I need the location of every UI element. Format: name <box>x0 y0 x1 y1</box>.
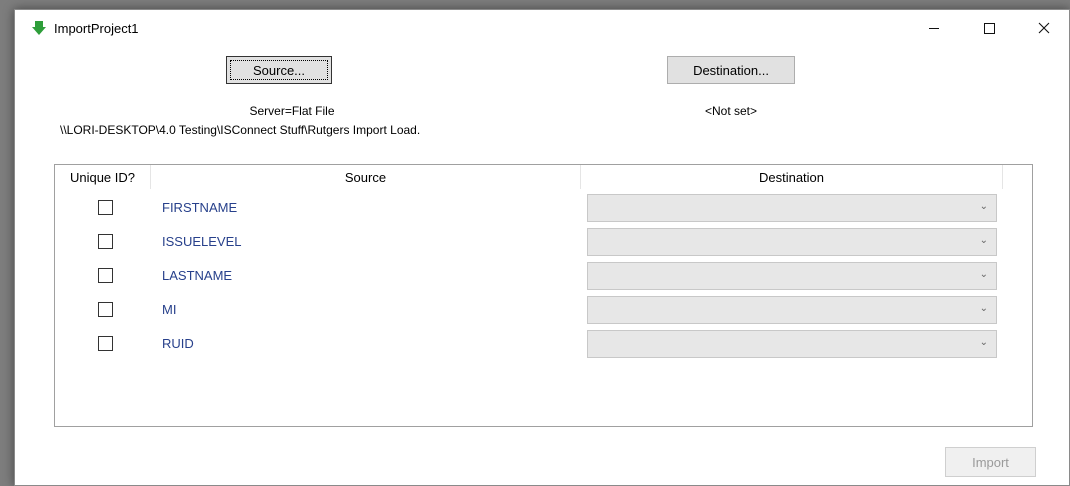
green-down-arrow-icon <box>32 21 46 35</box>
maximize-icon <box>983 22 995 34</box>
source-field-name: RUID <box>162 336 194 351</box>
unique-id-checkbox[interactable] <box>98 336 113 351</box>
destination-select[interactable]: ⌄ <box>587 262 997 290</box>
import-project-window: ImportProject1 Source... Destination... … <box>14 9 1070 486</box>
focus-rectangle <box>230 60 328 80</box>
source-field-name: LASTNAME <box>162 268 233 283</box>
unique-id-checkbox[interactable] <box>98 200 113 215</box>
column-header-filler <box>1003 165 1033 189</box>
mapping-grid: Unique ID? Source Destination FIRSTNAME … <box>54 164 1033 427</box>
table-row: FIRSTNAME ⌄ <box>55 191 1032 225</box>
destination-select[interactable]: ⌄ <box>587 228 997 256</box>
import-button[interactable]: Import <box>945 447 1036 477</box>
source-path-label: \\LORI-DESKTOP\4.0 Testing\ISConnect Stu… <box>60 123 421 137</box>
unique-id-checkbox[interactable] <box>98 234 113 249</box>
chevron-down-icon: ⌄ <box>979 269 988 280</box>
column-header-unique-id[interactable]: Unique ID? <box>55 165 151 189</box>
column-header-source[interactable]: Source <box>151 165 581 189</box>
source-button[interactable]: Source... <box>226 56 332 84</box>
table-row: RUID ⌄ <box>55 327 1032 361</box>
destination-select[interactable]: ⌄ <box>587 194 997 222</box>
destination-status-label: <Not set> <box>704 104 758 118</box>
close-icon <box>1038 22 1050 34</box>
minimize-button[interactable] <box>911 10 957 46</box>
maximize-button[interactable] <box>966 10 1012 46</box>
source-field-name: ISSUELEVEL <box>162 234 242 249</box>
import-button-label: Import <box>972 454 1009 470</box>
table-row: ISSUELEVEL ⌄ <box>55 225 1032 259</box>
source-field-name: MI <box>162 302 177 317</box>
chevron-down-icon: ⌄ <box>979 337 988 348</box>
unique-id-checkbox[interactable] <box>98 268 113 283</box>
destination-button-label: Destination... <box>693 62 769 78</box>
source-field-name: FIRSTNAME <box>162 200 238 215</box>
close-button[interactable] <box>1021 10 1067 46</box>
source-server-label: Server=Flat File <box>249 104 335 118</box>
window-title: ImportProject1 <box>54 21 139 36</box>
minimize-icon <box>929 27 939 29</box>
column-header-destination[interactable]: Destination <box>581 165 1003 189</box>
table-row: MI ⌄ <box>55 293 1032 327</box>
chevron-down-icon: ⌄ <box>979 201 988 212</box>
destination-select[interactable]: ⌄ <box>587 330 997 358</box>
destination-button[interactable]: Destination... <box>667 56 795 84</box>
chevron-down-icon: ⌄ <box>979 303 988 314</box>
destination-select[interactable]: ⌄ <box>587 296 997 324</box>
table-row: LASTNAME ⌄ <box>55 259 1032 293</box>
title-bar[interactable]: ImportProject1 <box>15 10 1069 46</box>
unique-id-checkbox[interactable] <box>98 302 113 317</box>
chevron-down-icon: ⌄ <box>979 235 988 246</box>
